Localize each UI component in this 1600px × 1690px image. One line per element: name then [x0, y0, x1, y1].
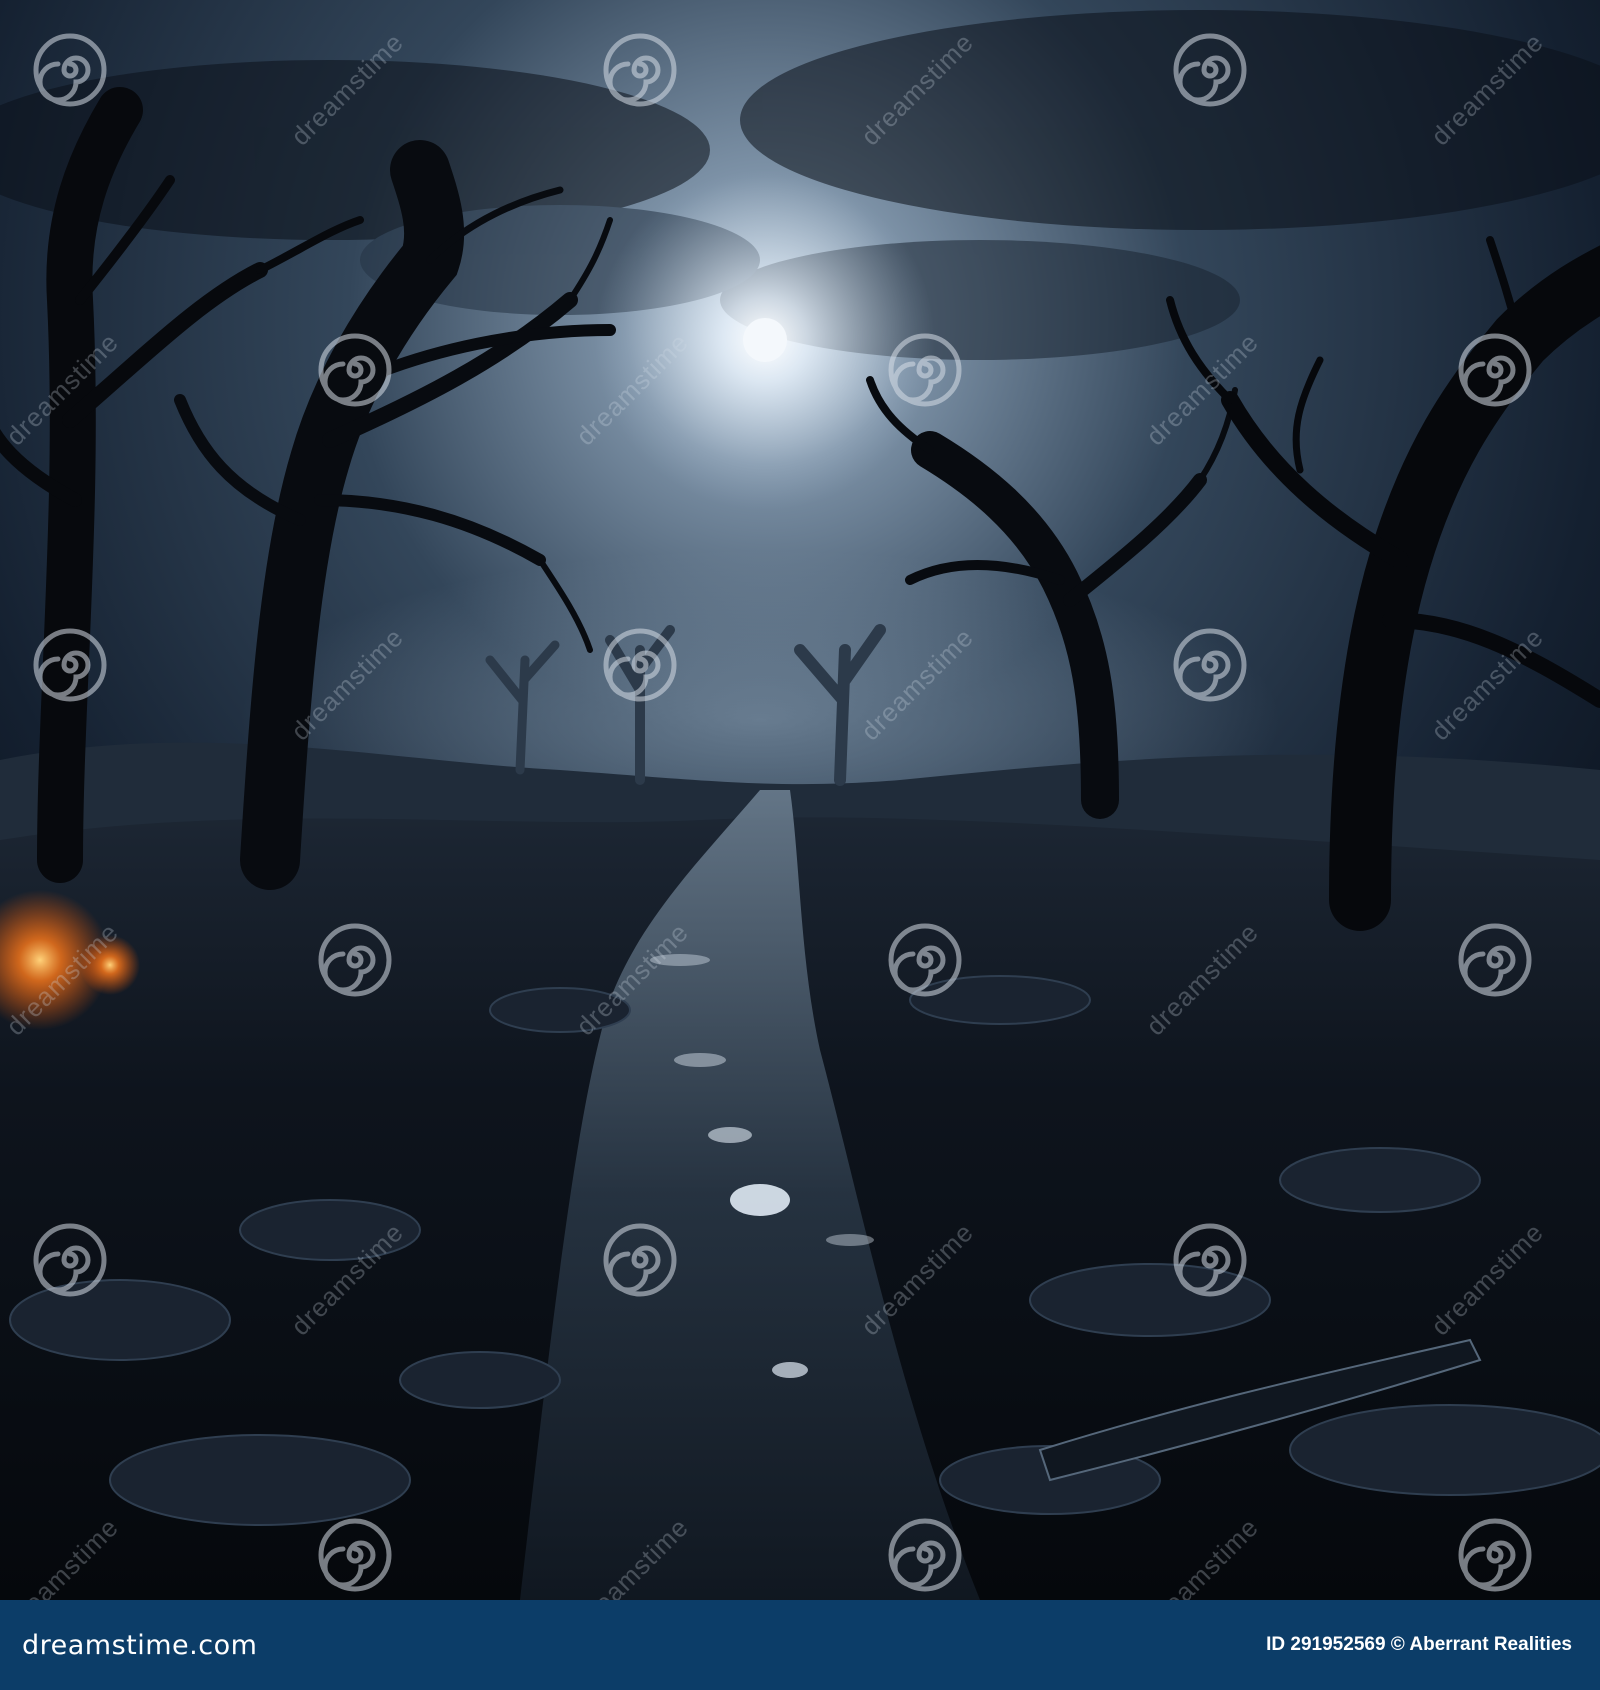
forest-night-scene [0, 0, 1600, 1600]
brand-label[interactable]: dreamstime.com [22, 1630, 257, 1661]
moon [743, 318, 787, 362]
footer-bar: dreamstime.com ID 291952569 © Aberrant R… [0, 1600, 1600, 1690]
stock-photo: dreamstime dreamstime dreamstime dreamstime… [0, 0, 1600, 1690]
image-credit: ID 291952569 © Aberrant Realities [1266, 1634, 1572, 1655]
